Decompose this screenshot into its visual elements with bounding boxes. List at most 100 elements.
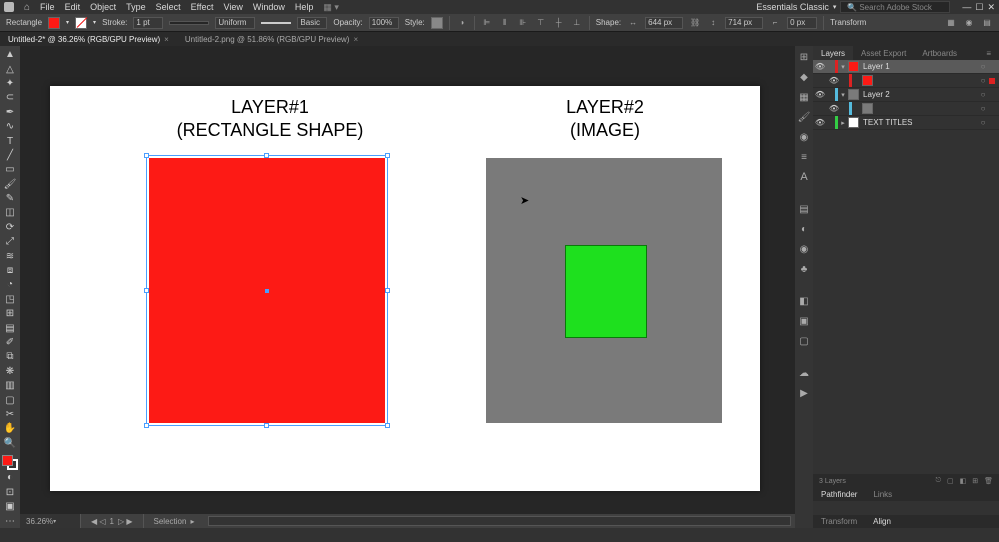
curvature-tool[interactable]: ∿: [2, 120, 18, 133]
paintbrush-tool[interactable]: 🖌: [2, 178, 18, 191]
layer-row[interactable]: 👁○: [813, 102, 999, 116]
align-hcenter-icon[interactable]: ⫴: [499, 17, 511, 29]
artboard-nav[interactable]: ◀ ◁ 1 ▷ ▶: [80, 514, 143, 528]
hand-tool[interactable]: ✋: [2, 422, 18, 435]
locate-object-icon[interactable]: ⎋: [935, 477, 941, 485]
zoom-tool[interactable]: 🔍: [2, 437, 18, 450]
stroke-swatch[interactable]: [75, 17, 87, 29]
artboards-panel-icon[interactable]: ▢: [797, 334, 811, 348]
character-panel-icon[interactable]: A: [797, 170, 811, 184]
close-icon[interactable]: ×: [164, 35, 169, 44]
visibility-toggle[interactable]: 👁: [827, 104, 841, 113]
asset-panel-icon[interactable]: ▣: [797, 314, 811, 328]
color-mode-icon[interactable]: ◐: [2, 471, 18, 484]
fill-color[interactable]: [2, 455, 13, 466]
layer-row[interactable]: 👁 ▾ Layer 2○: [813, 88, 999, 102]
align-right-icon[interactable]: ⊪: [517, 17, 529, 29]
lasso-tool[interactable]: ⊂: [2, 91, 18, 104]
blend-tool[interactable]: ⧉: [2, 350, 18, 363]
opacity-input[interactable]: [369, 17, 399, 29]
resize-handle[interactable]: [264, 423, 269, 428]
pen-tool[interactable]: ✒: [2, 106, 18, 119]
stroke-dash[interactable]: [169, 21, 209, 25]
layer-name[interactable]: TEXT TITLES: [863, 118, 977, 127]
symbol-sprayer-tool[interactable]: ❋: [2, 365, 18, 378]
tab-layers[interactable]: Layers: [813, 46, 853, 60]
chevron-down-icon[interactable]: ▾: [66, 19, 69, 26]
document-tab[interactable]: Untitled-2.png @ 51.86% (RGB/GPU Preview…: [177, 32, 366, 46]
more-icon[interactable]: ▤: [981, 17, 993, 29]
layer-name[interactable]: [877, 104, 977, 113]
new-sublayer-icon[interactable]: ◧: [960, 477, 967, 485]
menu-object[interactable]: Object: [90, 2, 116, 12]
angle-icon[interactable]: ◉: [963, 17, 975, 29]
fill-stroke-swatch[interactable]: [2, 455, 18, 470]
layer-row[interactable]: 👁▾Layer 1○: [813, 60, 999, 74]
target-icon[interactable]: ○: [977, 62, 989, 71]
menu-edit[interactable]: Edit: [65, 2, 81, 12]
expand-toggle[interactable]: ▸: [838, 119, 848, 127]
brush-preview[interactable]: [261, 22, 291, 24]
mesh-tool[interactable]: ⊞: [2, 307, 18, 320]
menu-window[interactable]: Window: [253, 2, 285, 12]
target-icon[interactable]: ○: [977, 104, 989, 113]
target-icon[interactable]: ○: [977, 90, 989, 99]
edit-toolbar-icon[interactable]: ⋯: [2, 514, 18, 527]
actions-icon[interactable]: ▶: [797, 386, 811, 400]
resize-handle[interactable]: [385, 423, 390, 428]
properties-icon[interactable]: ⊞: [797, 50, 811, 64]
fill-swatch[interactable]: [48, 17, 60, 29]
brushes-panel-icon[interactable]: 🖌: [797, 110, 811, 124]
menu-effect[interactable]: Effect: [191, 2, 214, 12]
align-top-icon[interactable]: ⊤: [535, 17, 547, 29]
home-icon[interactable]: ⌂: [24, 2, 30, 13]
resize-handle[interactable]: [385, 288, 390, 293]
recolor-icon[interactable]: ◑: [456, 17, 468, 29]
new-layer-icon[interactable]: ⊞: [972, 477, 978, 485]
tab-artboards[interactable]: Artboards: [914, 46, 965, 60]
menu-view[interactable]: View: [223, 2, 242, 12]
perspective-tool[interactable]: ◳: [2, 293, 18, 306]
eyedropper-tool[interactable]: ✐: [2, 336, 18, 349]
tab-pathfinder[interactable]: Pathfinder: [813, 488, 865, 501]
delete-layer-icon[interactable]: 🗑: [984, 477, 993, 485]
maximize-icon[interactable]: ☐: [975, 2, 983, 13]
layer-name[interactable]: Layer 2: [863, 90, 977, 99]
draw-mode-icon[interactable]: ⊡: [2, 486, 18, 499]
clipping-mask-icon[interactable]: ▢: [947, 477, 954, 485]
tab-transform[interactable]: Transform: [813, 515, 865, 528]
horizontal-scrollbar[interactable]: [208, 516, 791, 526]
target-icon[interactable]: ○: [977, 118, 989, 127]
red-rectangle[interactable]: [149, 158, 385, 423]
artboard[interactable]: LAYER#1 (RECTANGLE SHAPE) LAYER#2 (IMAGE…: [50, 86, 760, 491]
width-tool[interactable]: ≋: [2, 249, 18, 262]
transparency-panel-icon[interactable]: ◐: [797, 222, 811, 236]
resize-handle[interactable]: [385, 153, 390, 158]
gradient-panel-icon[interactable]: ▤: [797, 202, 811, 216]
workspace-switcher[interactable]: Essentials Classic: [756, 2, 829, 12]
current-tool[interactable]: Selection ▸: [143, 514, 205, 528]
text-title-2[interactable]: LAYER#2 (IMAGE): [480, 96, 730, 141]
visibility-toggle[interactable]: 👁: [813, 90, 827, 99]
libraries-icon[interactable]: ☁: [797, 366, 811, 380]
isolate-icon[interactable]: ▦: [945, 17, 957, 29]
close-icon[interactable]: ✕: [987, 2, 995, 13]
scale-tool[interactable]: ⤢: [2, 235, 18, 248]
canvas[interactable]: LAYER#1 (RECTANGLE SHAPE) LAYER#2 (IMAGE…: [20, 46, 795, 528]
layer-row[interactable]: 👁▸TEXT TITLES○: [813, 116, 999, 130]
slice-tool[interactable]: ✂: [2, 408, 18, 421]
close-icon[interactable]: ×: [353, 35, 358, 44]
brush-input[interactable]: [297, 17, 327, 29]
eraser-tool[interactable]: ◫: [2, 206, 18, 219]
variable-width-input[interactable]: [215, 17, 255, 29]
height-input[interactable]: [725, 17, 763, 29]
rotate-tool[interactable]: ⟳: [2, 221, 18, 234]
artboard-tool[interactable]: ▢: [2, 393, 18, 406]
document-tab[interactable]: Untitled-2* @ 36.26% (RGB/GPU Preview) ×: [0, 32, 177, 46]
menu-type[interactable]: Type: [126, 2, 146, 12]
expand-toggle[interactable]: ▾: [838, 91, 848, 99]
shape-builder-tool[interactable]: ◔: [2, 278, 18, 291]
width-input[interactable]: [645, 17, 683, 29]
transform-link[interactable]: Transform: [830, 18, 866, 27]
screen-mode-icon[interactable]: ▣: [2, 500, 18, 513]
